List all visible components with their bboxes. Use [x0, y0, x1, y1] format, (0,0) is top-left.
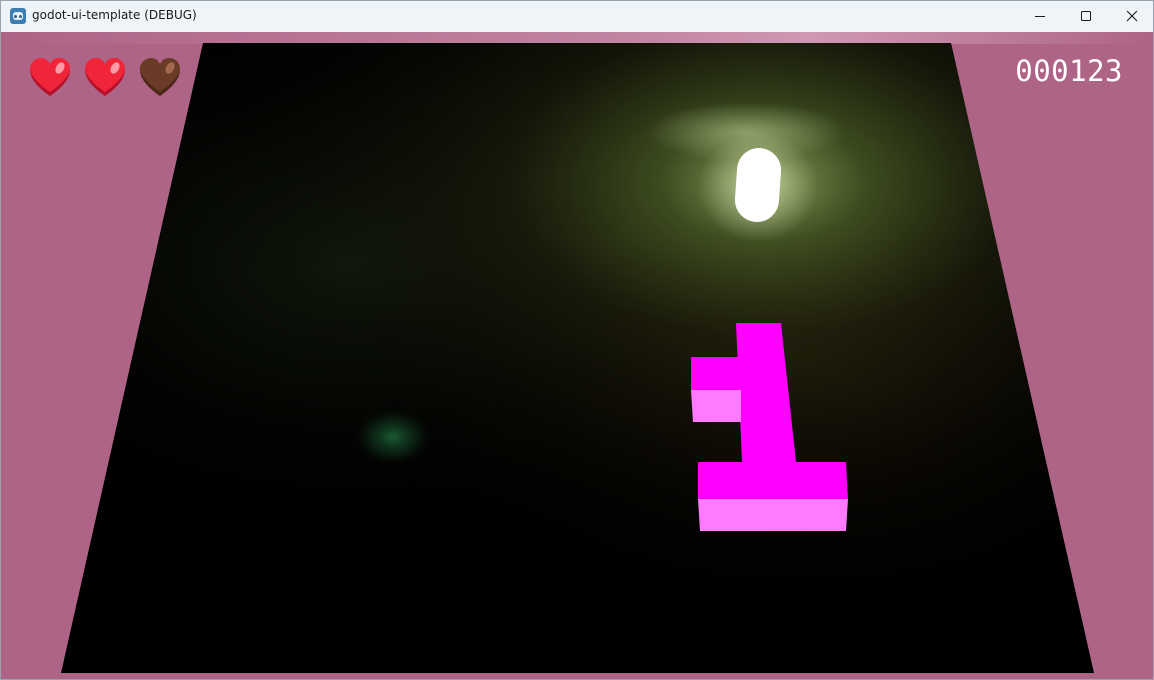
game-viewport[interactable]: 000123	[1, 32, 1153, 679]
close-button[interactable]	[1109, 1, 1153, 32]
green-glow-pickup	[355, 409, 431, 465]
close-icon	[1126, 11, 1138, 22]
minimize-button[interactable]	[1017, 1, 1063, 32]
minimize-icon	[1035, 16, 1045, 17]
maximize-icon	[1081, 11, 1091, 21]
player-capsule	[698, 132, 818, 242]
title-bar[interactable]: godot-ui-template (DEBUG)	[1, 1, 1153, 32]
heart-full-icon	[85, 58, 125, 96]
floor-plane	[61, 43, 1094, 673]
heart-full-icon	[30, 58, 70, 96]
heart-empty-icon	[140, 58, 180, 96]
sky-band	[1, 32, 1153, 44]
maximize-button[interactable]	[1063, 1, 1109, 32]
game-scene	[1, 32, 1153, 673]
godot-icon	[10, 8, 26, 24]
window-title: godot-ui-template (DEBUG)	[32, 8, 197, 22]
game-window: godot-ui-template (DEBUG) 000123	[0, 0, 1154, 680]
score-counter: 000123	[1015, 54, 1123, 88]
